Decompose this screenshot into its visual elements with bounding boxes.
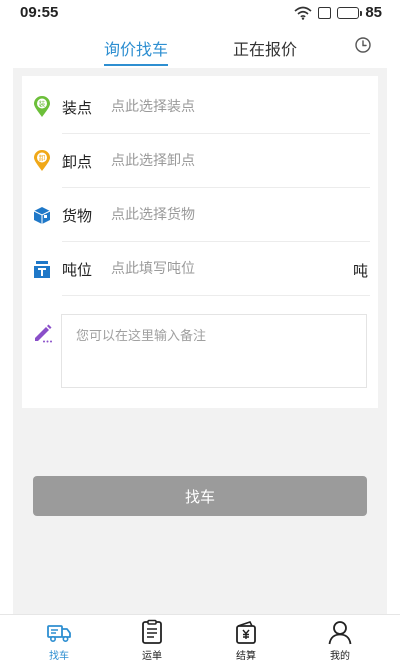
tab-quoting-label: 正在报价 (233, 42, 298, 59)
main-content: 装 装点 卸 卸点 (13, 68, 387, 614)
nav-label-find-truck: 找车 (49, 651, 69, 662)
user-icon (327, 619, 353, 645)
nav-item-mine[interactable]: 我的 (310, 619, 370, 662)
unloading-pin-icon: 卸 (32, 150, 52, 172)
pencil-icon (32, 322, 54, 344)
nav-item-settlement[interactable]: 结算 (216, 619, 276, 662)
status-icons: 85 (294, 4, 382, 21)
wallet-icon (233, 619, 259, 645)
clipboard-icon (139, 619, 165, 645)
goods-label: 货物 (62, 208, 93, 225)
form-card: 装 装点 卸 卸点 (22, 76, 378, 408)
loading-point-label: 装点 (62, 100, 93, 117)
battery-level: 85 (365, 4, 382, 21)
remark-textarea[interactable] (61, 314, 367, 388)
battery-icon (337, 6, 363, 19)
tonnage-unit: 吨 (352, 263, 368, 280)
loading-pin-glyph: 装 (39, 99, 46, 108)
nav-label-mine: 我的 (330, 651, 350, 662)
tonnage-input[interactable] (111, 260, 341, 276)
clock-icon[interactable] (354, 36, 372, 54)
status-bar: 09:55 85 (0, 0, 400, 26)
find-truck-button[interactable]: 找车 (33, 476, 367, 516)
nav-label-waybill: 运单 (142, 651, 162, 662)
unloading-pin-glyph: 卸 (39, 153, 46, 162)
nav-item-find-truck[interactable]: 找车 (29, 619, 89, 662)
unloading-point-label: 卸点 (62, 154, 93, 171)
tab-inquiry-label: 询价找车 (104, 42, 169, 59)
tab-quoting[interactable]: 正在报价 (233, 36, 297, 60)
tonnage-row[interactable]: 吨位 吨 (22, 242, 378, 296)
wifi-icon (294, 6, 312, 20)
nav-label-settlement: 结算 (236, 651, 256, 662)
active-tab-indicator (104, 64, 169, 66)
goods-input[interactable] (111, 206, 341, 222)
box-icon (32, 204, 52, 226)
weight-icon (32, 258, 52, 280)
unloading-point-input[interactable] (111, 152, 341, 168)
nav-item-waybill[interactable]: 运单 (122, 619, 182, 662)
loading-point-input[interactable] (111, 98, 341, 114)
sim-icon (318, 6, 332, 19)
bottom-nav: 找车 运单 结算 我的 (0, 614, 400, 666)
loading-point-row[interactable]: 装 装点 (22, 80, 378, 134)
top-tabs: 询价找车 正在报价 (0, 26, 400, 68)
truck-icon (46, 619, 72, 645)
status-time: 09:55 (20, 4, 59, 21)
tab-inquiry[interactable]: 询价找车 (104, 36, 169, 66)
loading-pin-icon: 装 (32, 96, 52, 118)
unloading-point-row[interactable]: 卸 卸点 (22, 134, 378, 188)
row-divider (62, 295, 370, 296)
goods-row[interactable]: 货物 (22, 188, 378, 242)
tonnage-label: 吨位 (62, 262, 93, 279)
